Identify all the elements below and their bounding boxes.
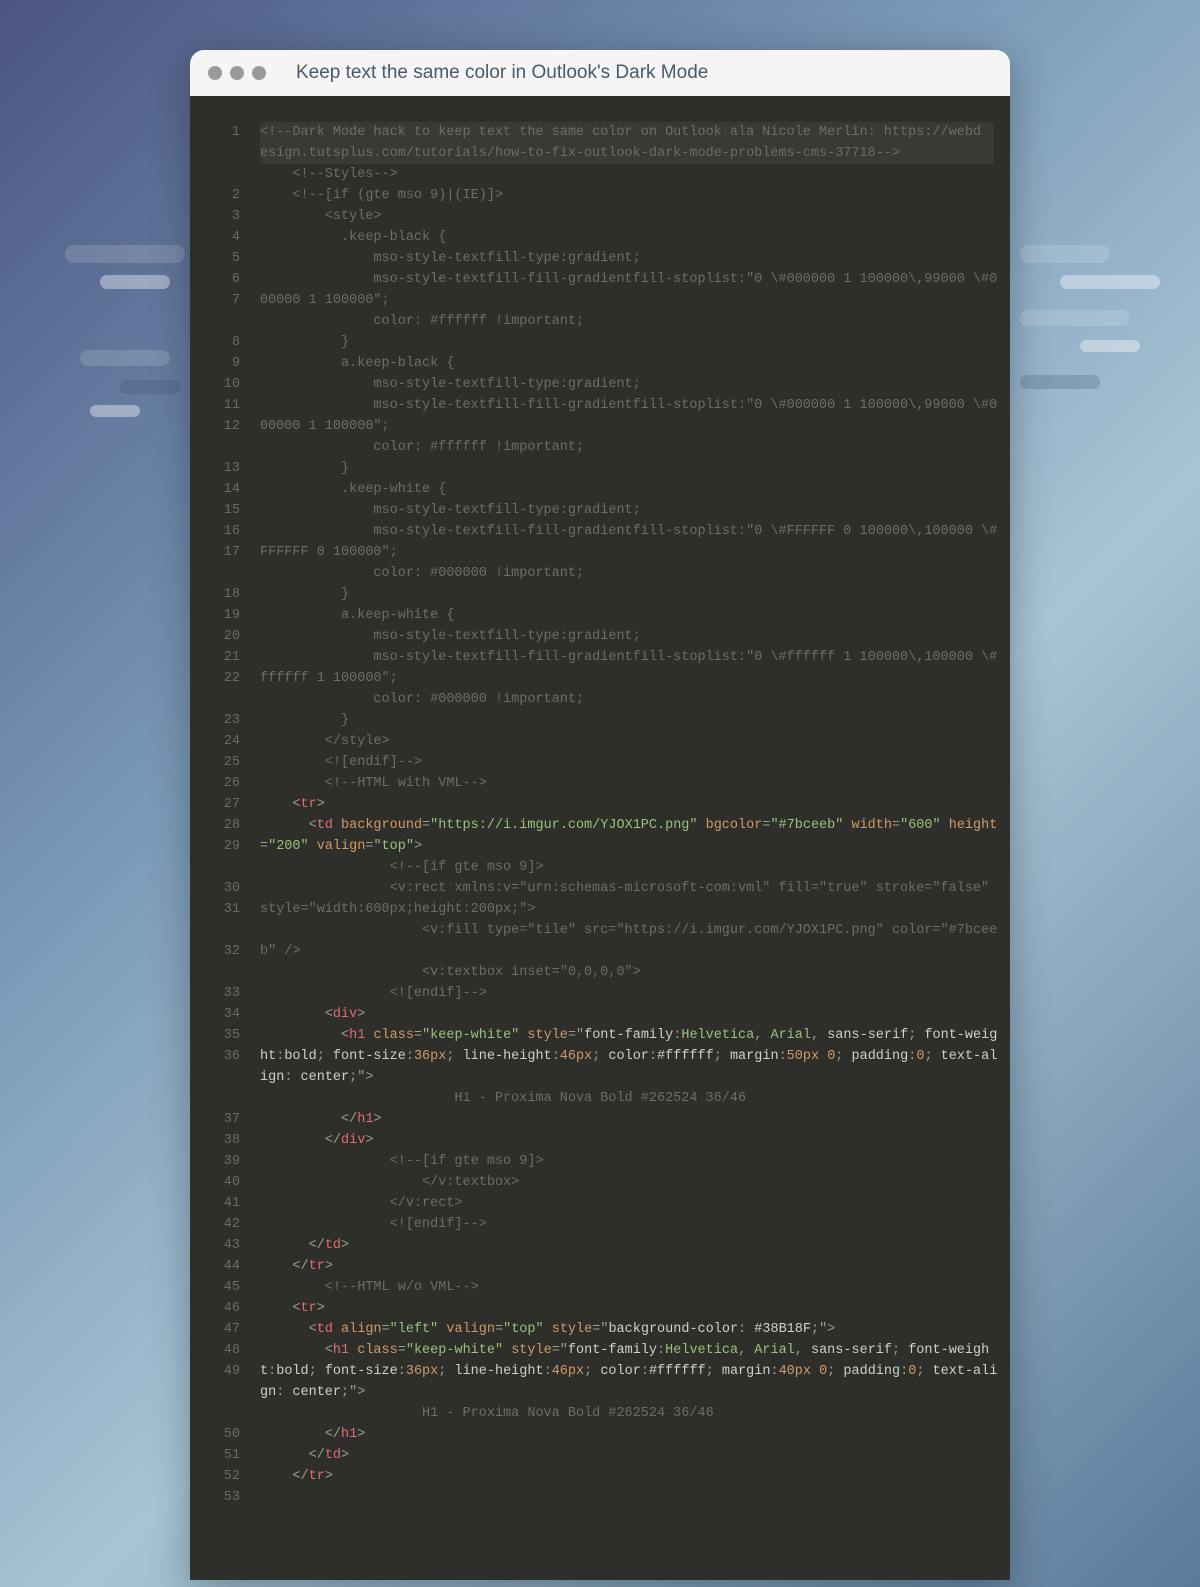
code-line: </v:rect> [260,1193,1000,1214]
code-line: <td align="left" valign="top" style="bac… [260,1319,1000,1340]
window-titlebar: Keep text the same color in Outlook's Da… [190,50,1010,96]
code-line: } [260,710,1000,731]
code-line: color: #ffffff !important; [260,311,1000,332]
code-line: <!--[if (gte mso 9)|(IE)]> [260,185,1000,206]
code-line: <!--Styles--> [260,164,1000,185]
code-content[interactable]: <!--Dark Mode hack to keep text the same… [250,96,1010,1580]
code-line: .keep-black { [260,227,1000,248]
code-line: color: #000000 !important; [260,563,1000,584]
code-line: H1 - Proxima Nova Bold #262524 36/46 [260,1403,1000,1424]
code-line: a.keep-white { [260,605,1000,626]
window-title: Keep text the same color in Outlook's Da… [296,62,708,84]
code-line: </td> [260,1235,1000,1256]
code-line: <tr> [260,794,1000,815]
code-line: <![endif]--> [260,752,1000,773]
code-line: <!--[if gte mso 9]> [260,1151,1000,1172]
code-line: .keep-white { [260,479,1000,500]
traffic-light-minimize[interactable] [230,66,244,80]
code-line: <!--Dark Mode hack to keep text the same… [260,122,994,164]
traffic-light-maximize[interactable] [252,66,266,80]
bg-decoration [1020,245,1110,263]
code-line: </v:textbox> [260,1172,1000,1193]
code-line: mso-style-textfill-type:gradient; [260,374,1000,395]
bg-decoration [80,350,170,366]
code-line: } [260,458,1000,479]
code-line: } [260,584,1000,605]
code-line: a.keep-black { [260,353,1000,374]
code-line: </h1> [260,1109,1000,1130]
code-line: color: #ffffff !important; [260,437,1000,458]
code-line: mso-style-textfill-fill-gradientfill-sto… [260,395,1000,437]
code-line: <div> [260,1004,1000,1025]
code-editor[interactable]: 1234567891011121314151617181920212223242… [190,96,1010,1580]
code-line: <!--[if gte mso 9]> [260,857,1000,878]
code-line: mso-style-textfill-type:gradient; [260,248,1000,269]
traffic-light-close[interactable] [208,66,222,80]
code-line: <v:textbox inset="0,0,0,0"> [260,962,1000,983]
bg-decoration [1020,310,1130,326]
code-line: </h1> [260,1424,1000,1445]
code-line: </td> [260,1445,1000,1466]
code-line: } [260,332,1000,353]
code-line: <![endif]--> [260,983,1000,1004]
code-line: <v:fill type="tile" src="https://i.imgur… [260,920,1000,962]
code-line: <![endif]--> [260,1214,1000,1235]
code-line: H1 - Proxima Nova Bold #262524 36/46 [260,1088,1000,1109]
code-line: </tr> [260,1466,1000,1487]
code-line: </style> [260,731,1000,752]
code-line: mso-style-textfill-fill-gradientfill-sto… [260,647,1000,689]
code-line: mso-style-textfill-fill-gradientfill-sto… [260,521,1000,563]
code-window: Keep text the same color in Outlook's Da… [190,50,1010,1580]
code-line: <h1 class="keep-white" style="font-famil… [260,1340,1000,1403]
bg-decoration [1060,275,1160,289]
bg-decoration [120,380,180,394]
bg-decoration [1020,375,1100,389]
code-line: <td background="https://i.imgur.com/YJOX… [260,815,1000,857]
code-line: mso-style-textfill-type:gradient; [260,626,1000,647]
code-line: </div> [260,1130,1000,1151]
bg-decoration [90,405,140,417]
code-line: <style> [260,206,1000,227]
code-line: <v:rect xmlns:v="urn:schemas-microsoft-c… [260,878,1000,920]
code-line: mso-style-textfill-type:gradient; [260,500,1000,521]
code-line: mso-style-textfill-fill-gradientfill-sto… [260,269,1000,311]
bg-decoration [1080,340,1140,352]
code-line: color: #000000 !important; [260,689,1000,710]
bg-decoration [100,275,170,289]
line-number-gutter: 1234567891011121314151617181920212223242… [190,96,250,1580]
code-line: <tr> [260,1298,1000,1319]
code-line: <!--HTML with VML--> [260,773,1000,794]
code-line: <h1 class="keep-white" style="font-famil… [260,1025,1000,1088]
code-line: </tr> [260,1256,1000,1277]
bg-decoration [65,245,185,263]
code-line: <!--HTML w/o VML--> [260,1277,1000,1298]
